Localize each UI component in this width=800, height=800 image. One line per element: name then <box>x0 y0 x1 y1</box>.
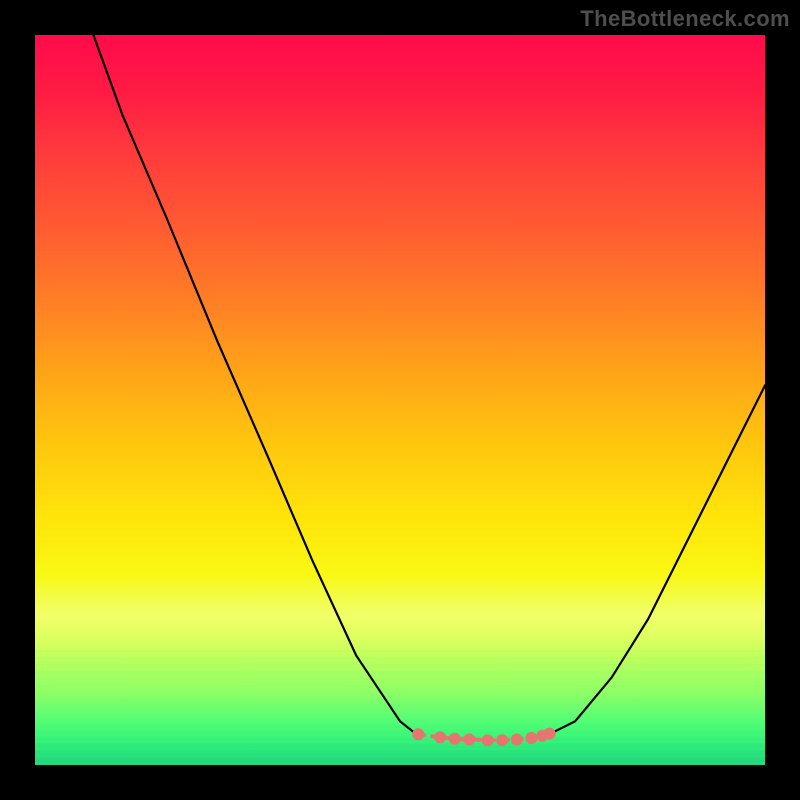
flat-zone-dot <box>463 734 475 746</box>
flat-zone-dot <box>544 728 556 740</box>
flat-zone-dot <box>511 734 523 746</box>
watermark-text: TheBottleneck.com <box>580 6 790 32</box>
flat-zone-dot <box>449 733 461 745</box>
flat-zone-dot <box>496 734 508 746</box>
chart-svg <box>35 35 765 765</box>
chart-frame: TheBottleneck.com <box>0 0 800 800</box>
flat-zone-dot <box>412 728 424 740</box>
right-branch-curve <box>546 385 765 735</box>
flat-zone-dot <box>434 731 446 743</box>
plot-area <box>35 35 765 765</box>
flat-zone-dot <box>525 732 537 744</box>
left-branch-curve <box>93 35 418 736</box>
flat-zone-dot <box>482 734 494 746</box>
